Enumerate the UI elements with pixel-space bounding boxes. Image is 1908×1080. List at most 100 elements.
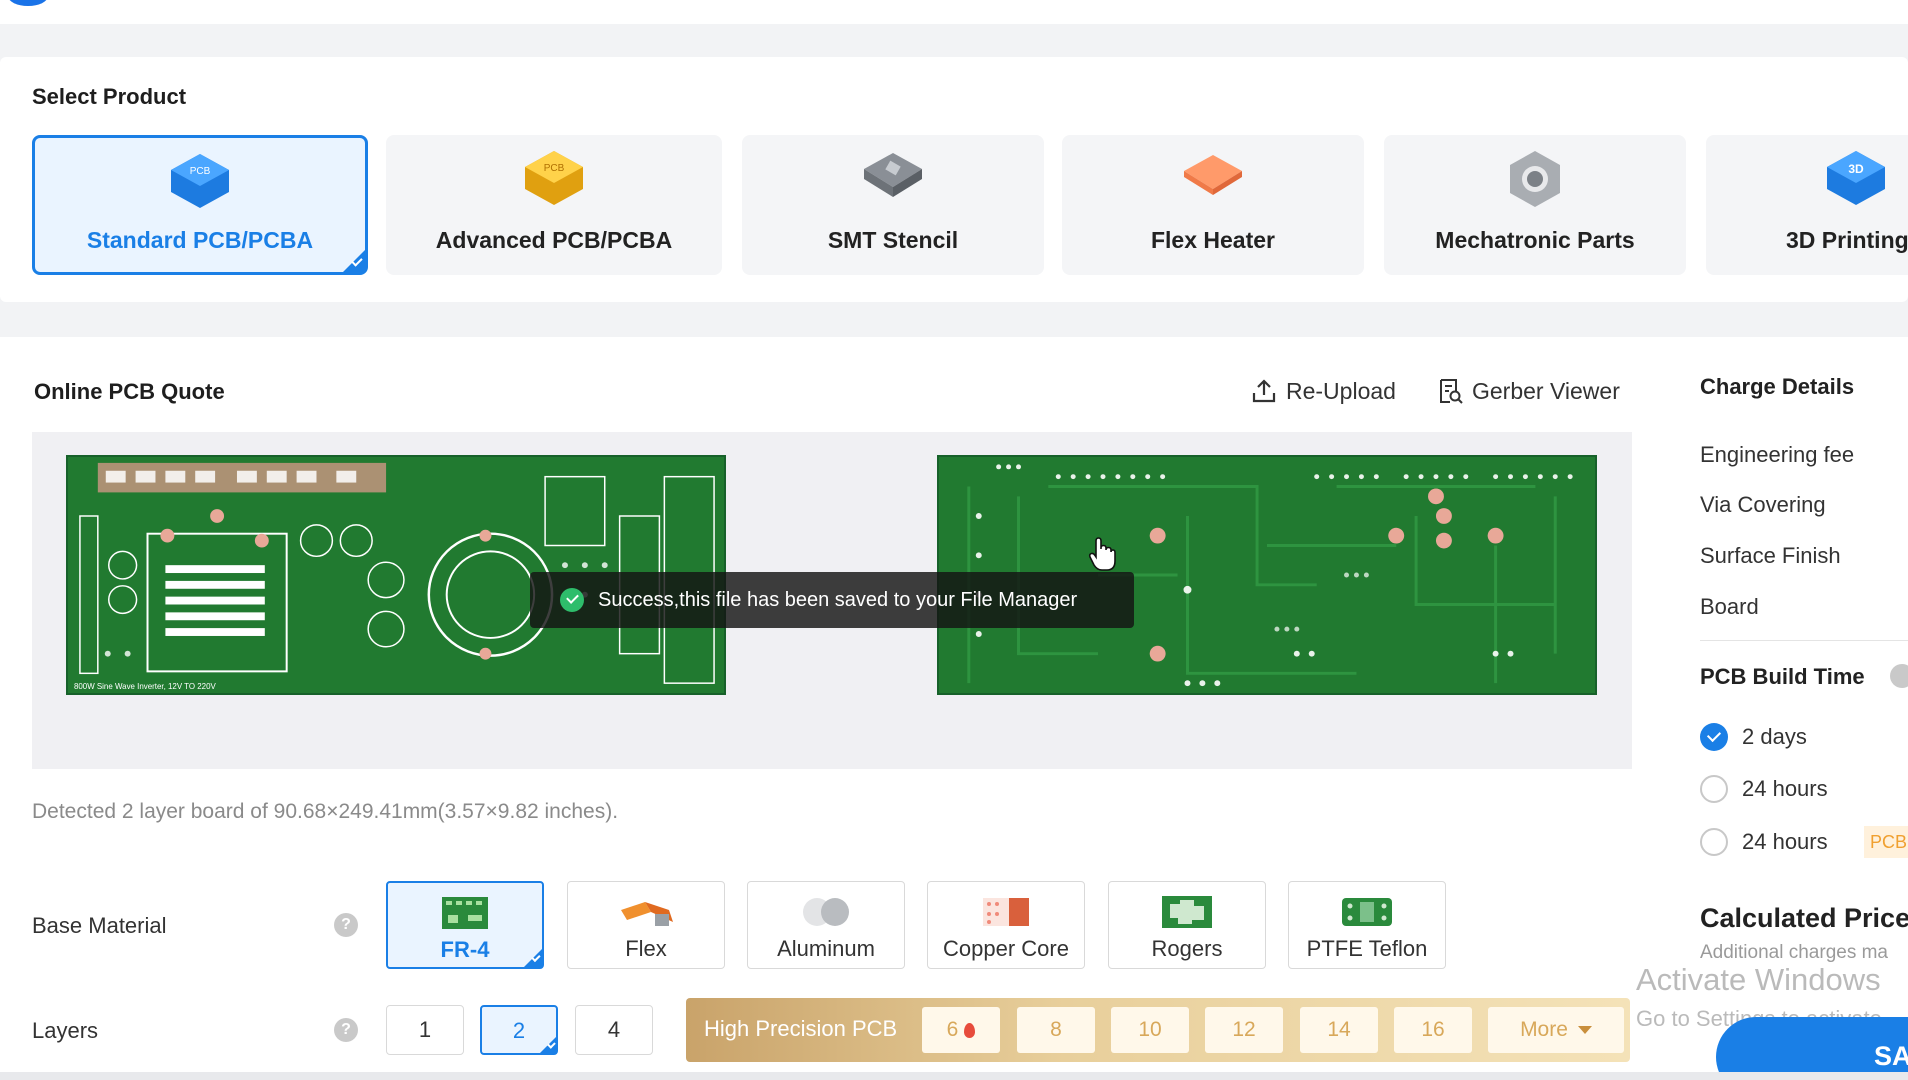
material-label: Copper Core [943, 936, 1069, 961]
document-search-icon [1440, 379, 1463, 404]
product-label: Standard PCB/PCBA [86, 227, 314, 253]
flex-heater-icon [1184, 155, 1242, 195]
layer-option-14[interactable]: 14 [1300, 1007, 1378, 1053]
product-label: SMT Stencil [827, 227, 959, 253]
svg-text:PCB: PCB [544, 163, 565, 174]
more-label: More [1520, 1018, 1568, 1041]
product-label: Advanced PCB/PCBA [435, 227, 673, 253]
select-product-title: Select Product [32, 84, 187, 109]
copper-core-icon [983, 898, 1029, 926]
layers-label: Layers [32, 1018, 99, 1043]
layer-option-12[interactable]: 12 [1205, 1007, 1283, 1053]
high-precision-label: High Precision PCB [704, 1016, 898, 1041]
layer-option-label: 10 [1138, 1018, 1162, 1041]
ptfe-board-icon [1342, 898, 1392, 926]
layer-option-label: 12 [1232, 1018, 1256, 1041]
pcb-chip-blue-icon: PCB [171, 154, 229, 208]
layer-option-10[interactable]: 10 [1111, 1007, 1189, 1053]
help-icon[interactable]: ? [334, 913, 358, 937]
top-bar [0, 0, 1908, 24]
stencil-icon [864, 153, 922, 197]
material-rogers[interactable]: Rogers [1108, 881, 1266, 969]
layer-option-4[interactable]: 4 [575, 1005, 653, 1055]
charge-details-title: Charge Details [1700, 374, 1855, 399]
build-time-option-label: 2 days [1742, 724, 1807, 749]
layer-option-label: 4 [607, 1017, 621, 1042]
save-to-cart-button[interactable]: SA [1716, 1017, 1908, 1080]
reupload-label: Re-Upload [1286, 377, 1396, 404]
detected-board-info: Detected 2 layer board of 90.68×249.41mm… [32, 800, 619, 823]
toast-message: Success,this file has been saved to your… [598, 588, 1078, 611]
build-time-radio-2-days[interactable] [1700, 723, 1728, 751]
layer-option-6[interactable]: 6 [922, 1007, 1000, 1053]
gerber-viewer-button[interactable]: Gerber Viewer [1436, 377, 1620, 405]
product-advanced-pcb[interactable]: PCB Advanced PCB/PCBA [386, 135, 722, 275]
product-3d-printing[interactable]: 3D 3D Printing [1706, 135, 1908, 275]
svg-text:PCB: PCB [190, 166, 211, 177]
help-icon[interactable]: ? [334, 1018, 358, 1042]
charge-item: Via Covering [1700, 492, 1826, 517]
layer-option-label: 8 [1050, 1018, 1062, 1041]
hex-nut-icon [1510, 151, 1560, 207]
material-flex[interactable]: Flex [567, 881, 725, 969]
charge-item: Surface Finish [1700, 543, 1841, 568]
dropdown-arrow-icon [1577, 1026, 1592, 1034]
fire-icon [964, 1023, 976, 1038]
selected-check-icon [343, 250, 365, 272]
product-flex-heater[interactable]: Flex Heater [1062, 135, 1364, 275]
layer-option-label: 6 [946, 1018, 959, 1041]
material-aluminum[interactable]: Aluminum [747, 881, 905, 969]
logo[interactable] [8, 0, 48, 6]
product-label: Flex Heater [1150, 227, 1275, 253]
material-copper-core[interactable]: Copper Core [927, 881, 1085, 969]
activate-windows-watermark: Activate Windows [1636, 962, 1881, 997]
gerber-viewer-label: Gerber Viewer [1472, 377, 1620, 404]
build-time-radio-24-hours-pcba[interactable] [1700, 828, 1728, 856]
build-time-option-label: 24 hours [1742, 829, 1828, 854]
material-label: Aluminum [777, 936, 875, 961]
build-time-option-label: 24 hours [1742, 776, 1828, 801]
pcb-tag: PCB [1864, 826, 1908, 858]
product-label: 3D Printing [1786, 227, 1908, 253]
layer-option-16[interactable]: 16 [1394, 1007, 1472, 1053]
more-layers-dropdown[interactable]: More [1488, 1007, 1624, 1053]
success-toast: Success,this file has been saved to your… [530, 572, 1134, 628]
layer-option-2[interactable]: 2 [480, 1005, 558, 1055]
base-material-label: Base Material [32, 913, 167, 938]
charge-item: Board [1700, 594, 1759, 619]
aluminum-material-icon [803, 898, 849, 926]
material-fr4[interactable]: FR-4 [386, 881, 544, 969]
material-ptfe-teflon[interactable]: PTFE Teflon [1288, 881, 1446, 969]
flex-material-icon [621, 902, 673, 926]
layer-option-1[interactable]: 1 [386, 1005, 464, 1055]
build-time-title: PCB Build Time [1700, 664, 1865, 689]
svg-text:3D: 3D [1848, 162, 1864, 176]
reupload-button[interactable]: Re-Upload [1250, 377, 1396, 405]
selected-check-icon [524, 949, 542, 967]
product-mechatronic-parts[interactable]: Mechatronic Parts [1384, 135, 1686, 275]
calculated-price-subtitle: Additional charges ma [1700, 942, 1888, 963]
3d-printing-icon: 3D [1827, 151, 1885, 205]
material-label: FR-4 [440, 937, 490, 962]
fr4-board-icon [442, 897, 488, 929]
material-label: Rogers [1151, 936, 1223, 961]
product-smt-stencil[interactable]: SMT Stencil [742, 135, 1044, 275]
svg-text:800W Sine Wave Inverter, 12V T: 800W Sine Wave Inverter, 12V TO 220V [74, 682, 217, 691]
help-icon[interactable] [1890, 664, 1908, 688]
material-label: PTFE Teflon [1306, 936, 1428, 961]
layer-option-8[interactable]: 8 [1017, 1007, 1095, 1053]
product-standard-pcb[interactable]: PCB Standard PCB/PCBA [32, 135, 368, 275]
build-time-radio-24-hours[interactable] [1700, 775, 1728, 803]
calculated-price-title: Calculated Price [1700, 903, 1908, 933]
rogers-board-icon [1162, 896, 1212, 928]
material-label: Flex [625, 936, 667, 961]
product-label: Mechatronic Parts [1435, 227, 1635, 253]
save-button-label: SA [1874, 1041, 1908, 1071]
success-check-icon [560, 588, 584, 612]
hand-cursor-icon [1088, 537, 1116, 571]
divider [1700, 640, 1908, 641]
selected-check-icon [540, 1037, 556, 1053]
pcb-chip-gold-icon: PCB [525, 151, 583, 205]
upload-icon [1252, 379, 1276, 403]
charge-item: Engineering fee [1700, 442, 1855, 467]
